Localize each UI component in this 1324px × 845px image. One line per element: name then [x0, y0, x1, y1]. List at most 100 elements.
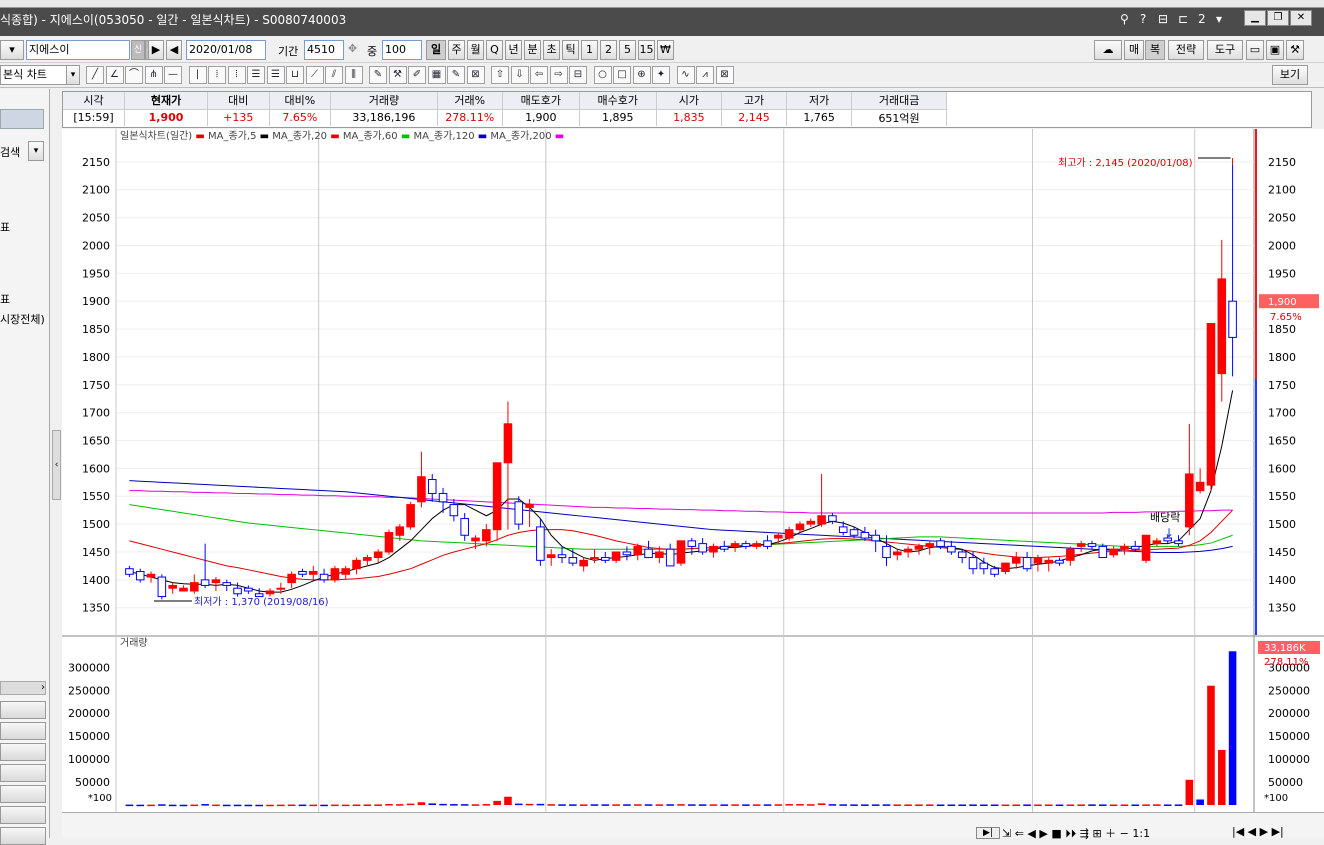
volume-tick-right: 100000 — [1268, 753, 1310, 766]
volume-bar — [828, 804, 837, 806]
period-button-4[interactable]: 년 — [505, 40, 522, 60]
arc-icon[interactable]: ⌒ — [125, 66, 143, 84]
period-button-7[interactable]: 틱 — [562, 40, 579, 60]
hgrid2-icon[interactable]: ☰ — [266, 66, 285, 84]
credit-button[interactable]: 신 — [131, 40, 145, 60]
period-button-8[interactable]: 1 — [581, 40, 598, 60]
pencil-icon[interactable]: ✎ — [369, 66, 387, 84]
eraser-icon[interactable]: ✐ — [408, 66, 426, 84]
left-button-2[interactable] — [0, 743, 46, 761]
arrow-right-icon[interactable]: ⇨ — [549, 66, 568, 84]
left-button-1[interactable] — [0, 722, 46, 740]
hgrid-icon[interactable]: ☰ — [247, 66, 265, 84]
line-icon[interactable]: ╱ — [86, 66, 104, 84]
star-icon[interactable]: ✦ — [652, 66, 670, 84]
rect-icon[interactable]: □ — [613, 66, 631, 84]
strategy-button[interactable]: 전략 — [1168, 40, 1204, 60]
count-input[interactable]: 100 — [382, 40, 422, 60]
vline-icon[interactable]: | — [188, 66, 207, 84]
date-input[interactable]: 2020/01/08 — [186, 40, 266, 60]
compound-button[interactable]: 복 — [1145, 40, 1165, 60]
left-item-3[interactable]: 시장전체) — [0, 311, 45, 327]
note-icon[interactable]: ✎ — [447, 66, 465, 84]
tools-button[interactable]: 도구 — [1207, 40, 1243, 60]
volume-bar — [136, 804, 145, 807]
candle-body — [1228, 300, 1237, 338]
period-button-0[interactable]: 일 — [426, 40, 446, 60]
close-button[interactable]: ✕ — [1290, 10, 1312, 26]
cloud-icon[interactable]: ☁ — [1094, 40, 1122, 60]
zoom-icon[interactable]: ⊕ — [632, 66, 651, 84]
color-icon[interactable]: ▦ — [427, 66, 446, 84]
chevron-down-icon[interactable]: ▾ — [66, 65, 80, 85]
search-label[interactable]: 검색 — [0, 144, 20, 160]
quote-panel: 시각 현재가 대비 대비% 거래량 거래% 매도호가 매수호가 시가 고가 저가 거래대금 [15:5… — [62, 91, 1312, 128]
period-button-6[interactable]: 초 — [543, 40, 560, 60]
view-button[interactable]: 보기 — [1272, 65, 1308, 85]
next-button[interactable]: ▶ — [148, 40, 164, 60]
fork-icon[interactable]: ⋔ — [144, 66, 163, 84]
left-selected-row[interactable] — [0, 109, 44, 129]
arrow-up-icon[interactable]: ⇧ — [491, 66, 509, 84]
period-button-9[interactable]: 2 — [600, 40, 617, 60]
angle-icon[interactable]: ∠ — [105, 66, 124, 84]
mountain-icon[interactable]: ⩘ — [696, 66, 714, 84]
scroll-nav-icons[interactable]: |◀ ◀ ▶ ▶| — [1232, 825, 1284, 838]
chart-area[interactable]: 2150 2150 2100 2100 2050 2050 2000 2000 1950 1950… — [62, 129, 1324, 822]
tools-icon[interactable]: ⚒ — [388, 66, 407, 84]
arrow-left-icon[interactable]: ⇦ — [530, 66, 548, 84]
stock-name-input[interactable]: 지에스이 — [26, 40, 130, 60]
restore-button[interactable]: ❐ — [1267, 10, 1289, 26]
clear-icon[interactable]: ⊠ — [715, 66, 734, 84]
delete-icon[interactable]: ⊠ — [466, 66, 485, 84]
left-scroll-right[interactable]: › — [0, 681, 46, 695]
vgrid-icon[interactable]: ⦙ — [208, 66, 226, 84]
wrench-icon[interactable]: ⚒ — [1286, 40, 1304, 60]
period-button-3[interactable]: Q — [486, 40, 503, 60]
triple-icon[interactable]: ⫼ — [344, 66, 363, 84]
wave-icon[interactable]: ∿ — [676, 66, 695, 84]
period-button-11[interactable]: 15 — [638, 40, 655, 60]
menu-icon[interactable]: ▾ — [1216, 12, 1222, 26]
period-button-5[interactable]: 분 — [524, 40, 541, 60]
arrow-down-icon[interactable]: ⇩ — [510, 66, 529, 84]
scroll-right-button[interactable]: ▶| — [976, 827, 1000, 839]
search-dropdown[interactable]: ▾ — [28, 141, 44, 161]
left-button-5[interactable] — [0, 806, 46, 824]
minimize-button[interactable]: ▁ — [1244, 10, 1266, 26]
period-button-10[interactable]: 5 — [619, 40, 636, 60]
left-button-0[interactable] — [0, 701, 46, 719]
move-icon[interactable]: ✥ — [348, 42, 357, 55]
pin-icon[interactable]: ⚲ — [1120, 12, 1129, 26]
left-item-2[interactable]: 표 — [0, 291, 10, 307]
chart-nav-icons[interactable]: ⇲ ⇐ ◀ ▶ ■ ⏵⏵ ⇶ ⊞ ＋ − 1:1 — [1002, 825, 1150, 841]
open-icon[interactable]: ▭ — [1246, 40, 1264, 60]
left-button-6[interactable] — [0, 827, 46, 845]
layout-icon[interactable]: ⊟ — [1158, 12, 1168, 26]
save-icon[interactable]: ▣ — [1266, 40, 1284, 60]
hline-icon[interactable]: — — [164, 66, 182, 84]
help-icon[interactable]: ? — [1140, 12, 1146, 26]
left-item-1[interactable]: 표 — [0, 219, 10, 235]
parallel-icon[interactable]: ⫽ — [325, 66, 343, 84]
chart-svg[interactable]: 2150 2150 2100 2100 2050 2050 2000 2000 1950 1950… — [62, 129, 1324, 822]
circle-icon[interactable]: ○ — [593, 66, 612, 84]
box-icon[interactable]: ⊟ — [569, 66, 587, 84]
number-icon[interactable]: 2 — [1198, 12, 1206, 26]
period-button-12[interactable]: ₩ — [657, 40, 674, 60]
channel-icon[interactable]: ⊔ — [286, 66, 304, 84]
stock-list-dropdown[interactable]: ▾ — [0, 40, 24, 60]
period-input[interactable]: 4510 — [304, 40, 344, 60]
buy-button[interactable]: 매 — [1124, 40, 1144, 60]
ray-icon[interactable]: ⟋ — [305, 66, 324, 84]
vgrid2-icon[interactable]: ⦙ — [227, 66, 246, 84]
candle-body — [211, 579, 221, 584]
left-button-4[interactable] — [0, 785, 46, 803]
save-layout-icon[interactable]: ⊏ — [1178, 12, 1188, 26]
candle-body — [579, 559, 588, 567]
panel-collapse-handle[interactable]: ‹ — [52, 430, 61, 500]
left-button-3[interactable] — [0, 764, 46, 782]
period-button-2[interactable]: 월 — [467, 40, 484, 60]
prev-button[interactable]: ◀ — [166, 40, 182, 60]
period-button-1[interactable]: 주 — [448, 40, 465, 60]
